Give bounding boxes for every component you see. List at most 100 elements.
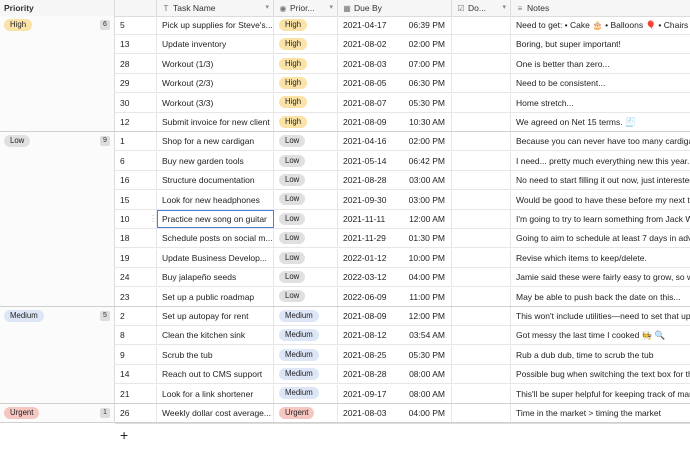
notes-cell[interactable]: I need... pretty much everything new thi… bbox=[511, 152, 690, 170]
table-row[interactable]: 6 Buy new garden tools Low 2021-05-14 06:42 … bbox=[115, 151, 690, 171]
done-checkbox-cell[interactable] bbox=[452, 54, 511, 73]
table-row[interactable]: 28 Workout (1/3) High 2021-08-03 07:00 PM One… bbox=[115, 54, 690, 74]
task-name-cell[interactable]: Set up a public roadmap bbox=[157, 287, 274, 306]
due-by-cell[interactable]: 2021-08-28 03:00 AM bbox=[338, 171, 452, 190]
priority-cell[interactable]: Low bbox=[274, 151, 338, 170]
task-name-cell[interactable]: Workout (3/3) bbox=[157, 93, 274, 112]
notes-cell[interactable]: Because you can never have too many card… bbox=[511, 132, 690, 150]
task-name-cell[interactable]: Structure documentation bbox=[157, 171, 274, 190]
done-checkbox-cell[interactable] bbox=[452, 132, 511, 151]
task-name-cell[interactable]: Weekly dollar cost average... bbox=[157, 404, 274, 422]
notes-cell[interactable]: This'll be super helpful for keeping tra… bbox=[511, 385, 690, 403]
task-name-cell[interactable]: Update inventory bbox=[157, 35, 274, 54]
done-checkbox-cell[interactable] bbox=[452, 365, 511, 384]
priority-cell[interactable]: Medium bbox=[274, 384, 338, 403]
priority-cell[interactable]: High bbox=[274, 113, 338, 131]
table-row[interactable]: 1 Shop for a new cardigan Low 2021-04-16 02:… bbox=[115, 132, 690, 152]
notes-cell[interactable]: Rub a dub dub, time to scrub the tub bbox=[511, 346, 690, 364]
done-checkbox-cell[interactable] bbox=[452, 74, 511, 93]
due-by-cell[interactable]: 2022-03-12 04:00 PM bbox=[338, 268, 452, 287]
priority-cell[interactable]: Low bbox=[274, 268, 338, 287]
task-name-cell[interactable]: Submit invoice for new client bbox=[157, 113, 274, 131]
priority-cell[interactable]: High bbox=[274, 74, 338, 93]
notes-cell[interactable]: Need to be consistent... bbox=[511, 74, 690, 92]
table-row[interactable]: 10⋮⋮Practice new song on guitar Low 2021-1… bbox=[115, 210, 690, 229]
done-checkbox-cell[interactable] bbox=[452, 307, 511, 325]
done-checkbox-cell[interactable] bbox=[452, 190, 511, 209]
due-by-cell[interactable]: 2021-08-09 12:00 PM bbox=[338, 307, 452, 325]
table-row[interactable]: 9 Scrub the tub Medium 2021-08-25 05:30 PM Ru… bbox=[115, 345, 690, 365]
due-by-cell[interactable]: 2021-08-07 05:30 PM bbox=[338, 93, 452, 112]
priority-cell[interactable]: Low bbox=[274, 287, 338, 306]
notes-cell[interactable]: Would be good to have these before my ne… bbox=[511, 191, 690, 209]
notes-cell[interactable]: We agreed on Net 15 terms. 🧾 bbox=[511, 113, 690, 131]
table-row[interactable]: 15 Look for new headphones Low 2021-09-30 03… bbox=[115, 190, 690, 210]
task-name-cell[interactable]: Update Business Develop... bbox=[157, 248, 274, 267]
due-by-cell[interactable]: 2021-08-03 07:00 PM bbox=[338, 54, 452, 73]
due-by-cell[interactable]: 2021-11-11 12:00 AM bbox=[338, 210, 452, 228]
done-checkbox-cell[interactable] bbox=[452, 35, 511, 54]
due-by-cell[interactable]: 2021-08-12 03:54 AM bbox=[338, 326, 452, 345]
table-row[interactable]: 19 Update Business Develop... Low 2022-01-1… bbox=[115, 248, 690, 268]
due-by-cell[interactable]: 2021-08-28 08:00 AM bbox=[338, 365, 452, 384]
group-by-header[interactable]: Priority bbox=[0, 0, 115, 16]
table-row[interactable]: 26 Weekly dollar cost average... Urgent 202… bbox=[115, 404, 690, 423]
table-row[interactable]: 5 Pick up supplies for Steve's... High 2021… bbox=[115, 16, 690, 35]
table-row[interactable]: 24 Buy jalapeño seeds Low 2022-03-12 04:00 P… bbox=[115, 268, 690, 288]
notes-cell[interactable]: Jamie said these were fairly easy to gro… bbox=[511, 268, 690, 286]
notes-cell[interactable]: This won't include utilities—need to set… bbox=[511, 307, 690, 325]
table-row[interactable]: 8 Clean the kitchen sink Medium 2021-08-12 0… bbox=[115, 326, 690, 346]
table-row[interactable]: 21 Look for a link shortener Medium 2021-09… bbox=[115, 384, 690, 404]
table-row[interactable]: 16 Structure documentation Low 2021-08-28 03… bbox=[115, 171, 690, 191]
priority-cell[interactable]: Low bbox=[274, 190, 338, 209]
done-checkbox-cell[interactable] bbox=[452, 326, 511, 345]
table-row[interactable]: 2 Set up autopay for rent Medium 2021-08-09… bbox=[115, 307, 690, 326]
priority-cell[interactable]: High bbox=[274, 93, 338, 112]
column-header-notes[interactable]: ≡ Notes bbox=[511, 0, 690, 16]
task-name-cell[interactable]: Shop for a new cardigan bbox=[157, 132, 274, 151]
task-name-cell[interactable]: Look for new headphones bbox=[157, 190, 274, 209]
done-checkbox-cell[interactable] bbox=[452, 113, 511, 131]
done-checkbox-cell[interactable] bbox=[452, 345, 511, 364]
due-by-cell[interactable]: 2021-11-29 01:30 PM bbox=[338, 229, 452, 248]
due-by-cell[interactable]: 2021-09-30 03:00 PM bbox=[338, 190, 452, 209]
table-row[interactable]: 29 Workout (2/3) High 2021-08-05 06:30 PM Nee… bbox=[115, 74, 690, 94]
task-name-cell[interactable]: Buy new garden tools bbox=[157, 151, 274, 170]
table-row[interactable]: 30 Workout (3/3) High 2021-08-07 05:30 PM Hom… bbox=[115, 93, 690, 113]
chevron-down-icon[interactable]: ▾ bbox=[329, 0, 333, 16]
due-by-cell[interactable]: 2021-09-17 08:00 AM bbox=[338, 384, 452, 403]
done-checkbox-cell[interactable] bbox=[452, 210, 511, 228]
done-checkbox-cell[interactable] bbox=[452, 171, 511, 190]
priority-cell[interactable]: Low bbox=[274, 210, 338, 228]
chevron-down-icon[interactable]: ▾ bbox=[265, 0, 269, 16]
notes-cell[interactable]: One is better than zero... bbox=[511, 55, 690, 73]
priority-cell[interactable]: High bbox=[274, 35, 338, 54]
priority-cell[interactable]: Medium bbox=[274, 326, 338, 345]
done-checkbox-cell[interactable] bbox=[452, 151, 511, 170]
done-checkbox-cell[interactable] bbox=[452, 268, 511, 287]
task-name-cell[interactable]: Schedule posts on social m... bbox=[157, 229, 274, 248]
task-name-cell[interactable]: Reach out to CMS support bbox=[157, 365, 274, 384]
due-by-cell[interactable]: 2021-04-17 06:39 PM bbox=[338, 16, 452, 34]
done-checkbox-cell[interactable] bbox=[452, 404, 511, 422]
task-name-cell[interactable]: Pick up supplies for Steve's... bbox=[157, 16, 274, 34]
notes-cell[interactable]: Time in the market > timing the market bbox=[511, 404, 690, 422]
notes-cell[interactable]: Got messy the last time I cooked 🧑‍🍳 🔍 bbox=[511, 326, 690, 344]
done-checkbox-cell[interactable] bbox=[452, 93, 511, 112]
due-by-cell[interactable]: 2021-08-02 02:00 PM bbox=[338, 35, 452, 54]
group-header[interactable]: Low 9 bbox=[0, 132, 115, 152]
task-name-cell[interactable]: Look for a link shortener bbox=[157, 384, 274, 403]
done-checkbox-cell[interactable] bbox=[452, 248, 511, 267]
task-name-cell[interactable]: Workout (2/3) bbox=[157, 74, 274, 93]
notes-cell[interactable]: May be able to push back the date on thi… bbox=[511, 288, 690, 306]
task-name-cell[interactable]: Clean the kitchen sink bbox=[157, 326, 274, 345]
task-name-cell[interactable]: Practice new song on guitar bbox=[157, 210, 274, 228]
due-by-cell[interactable]: 2022-01-12 10:00 PM bbox=[338, 248, 452, 267]
done-checkbox-cell[interactable] bbox=[452, 287, 511, 306]
chevron-down-icon[interactable]: ▾ bbox=[502, 0, 506, 16]
due-by-cell[interactable]: 2021-08-05 06:30 PM bbox=[338, 74, 452, 93]
priority-cell[interactable]: Low bbox=[274, 248, 338, 267]
due-by-cell[interactable]: 2021-08-03 04:00 PM bbox=[338, 404, 452, 422]
group-header[interactable]: Medium 5 bbox=[0, 307, 115, 327]
done-checkbox-cell[interactable] bbox=[452, 16, 511, 34]
